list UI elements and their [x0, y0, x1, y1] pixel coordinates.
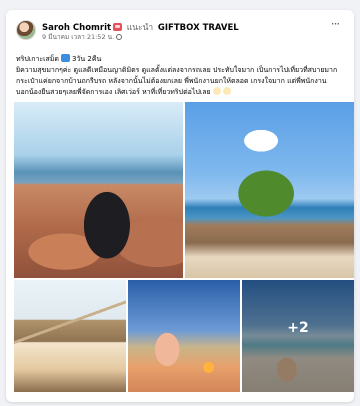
tag-word: แนะนำ — [126, 23, 154, 33]
post-photo-3[interactable] — [14, 280, 126, 392]
train-icon — [60, 54, 70, 62]
more-photos-count[interactable]: +2 — [242, 320, 354, 336]
caption-text: ทริปเกาะเสม็ด — [16, 55, 59, 63]
post-caption: ทริปเกาะเสม็ด 3วัน 2คืน ยิความสุขมากๆค่ะ … — [16, 54, 346, 98]
globe-icon — [116, 34, 123, 40]
post-card: Saroh Chomrit แนะนำ GIFTBOX TRAVEL 9 มีน… — [6, 10, 354, 402]
avatar[interactable] — [16, 20, 36, 40]
post-meta: 9 มีนาคม เวลา 21:52 น. — [42, 32, 123, 42]
caption-text: 3วัน 2คืน — [71, 55, 102, 63]
caption-line-4: บอกน้องยืนสวยๆเลยพี่จัดการเอง เลิศเว่อร์… — [16, 87, 346, 98]
post-photo-1[interactable] — [14, 102, 183, 278]
post-timestamp[interactable]: 9 มีนาคม เวลา 21:52 น. — [42, 33, 114, 41]
badge-icon — [113, 23, 123, 31]
smile-emoji-icon — [222, 87, 231, 95]
page-name[interactable]: GIFTBOX TRAVEL — [158, 23, 239, 33]
post-header: Saroh Chomrit แนะนำ GIFTBOX TRAVEL 9 มีน… — [16, 18, 344, 52]
caption-line-3: กระเป๋าแค่ยกจากบ้านถกรีบรถ หลังจากนั้นไม… — [16, 77, 327, 85]
caption-line-1: ทริปเกาะเสม็ด 3วัน 2คืน — [16, 54, 346, 65]
caption-text: บอกน้องยืนสวยๆเลยพี่จัดการเอง เลิศเว่อร์… — [16, 88, 211, 96]
post-photo-4[interactable] — [128, 280, 240, 392]
more-options-icon[interactable]: ··· — [326, 18, 344, 34]
more-photos-overlay[interactable] — [242, 280, 354, 392]
post-photo-2[interactable] — [185, 102, 354, 278]
caption-line-2: ยิความสุขมากๆค่ะ ดูแลดีเหมือนญาติมิตร ดู… — [16, 66, 338, 74]
smile-emoji-icon — [212, 87, 221, 95]
photo-grid: +2 — [14, 102, 354, 392]
post-photo-5[interactable]: +2 — [242, 280, 354, 392]
